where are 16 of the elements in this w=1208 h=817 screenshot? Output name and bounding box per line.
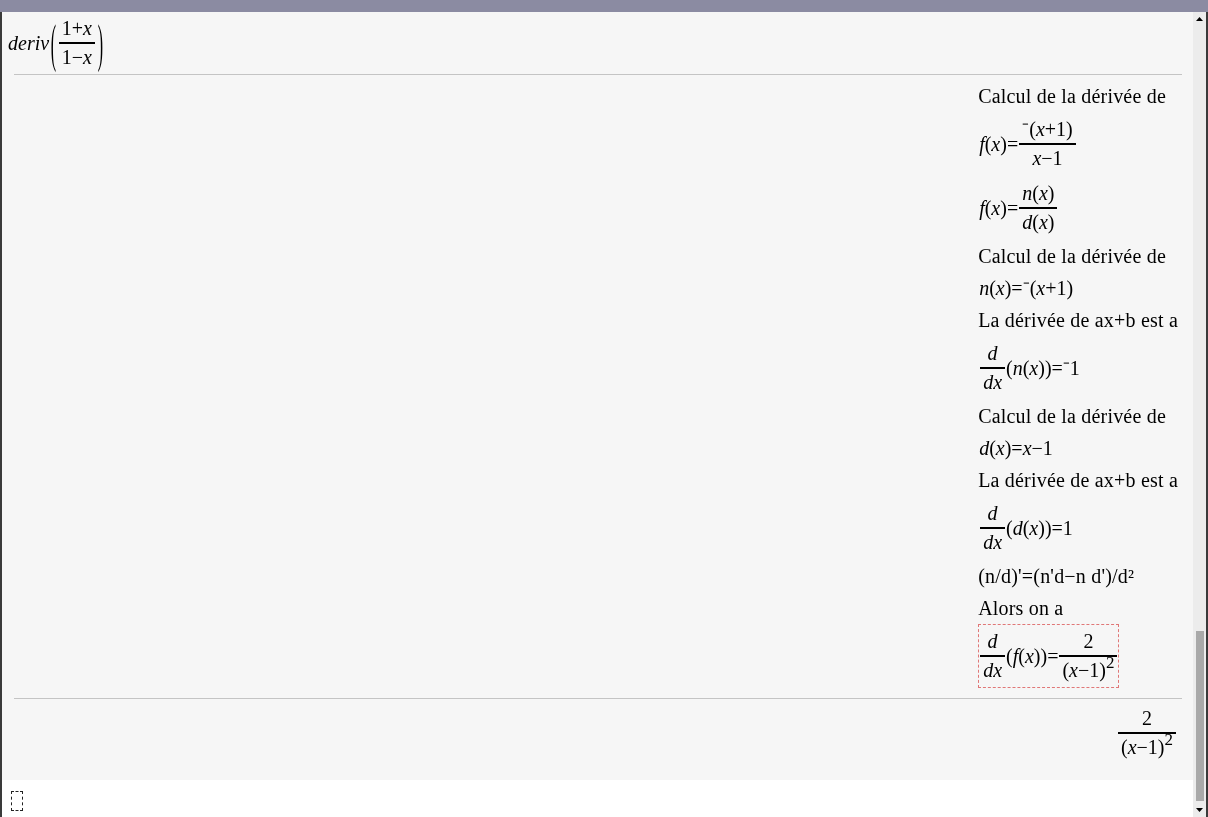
math-expression: n(x)=⁻(x+1) — [978, 276, 1075, 302]
result-expression: 2 (x−1)$^{2}$ — [1117, 705, 1177, 761]
scroll-up-icon[interactable] — [1196, 17, 1203, 21]
math-expression: f(x)= n(x) d(x) — [978, 176, 1060, 240]
step-text: La dérivée de ax+b est a — [978, 468, 1178, 493]
entry-field[interactable] — [11, 791, 23, 811]
math-expression: d(x)=x−1 — [978, 436, 1054, 462]
scrollbar-track[interactable] — [1193, 12, 1206, 817]
step-text: La dérivée de ax+b est a — [978, 308, 1178, 333]
step-text: (n/d)'=(n'd−n d')/d² — [978, 564, 1135, 590]
step-text: Calcul de la dérivée de — [978, 244, 1166, 269]
step-text: Calcul de la dérivée de — [978, 84, 1166, 109]
scroll-down-icon[interactable] — [1196, 808, 1203, 812]
step-text: Alors on a — [978, 596, 1064, 621]
step-text: Calcul de la dérivée de — [978, 404, 1166, 429]
scrollbar-thumb[interactable] — [1195, 631, 1204, 801]
